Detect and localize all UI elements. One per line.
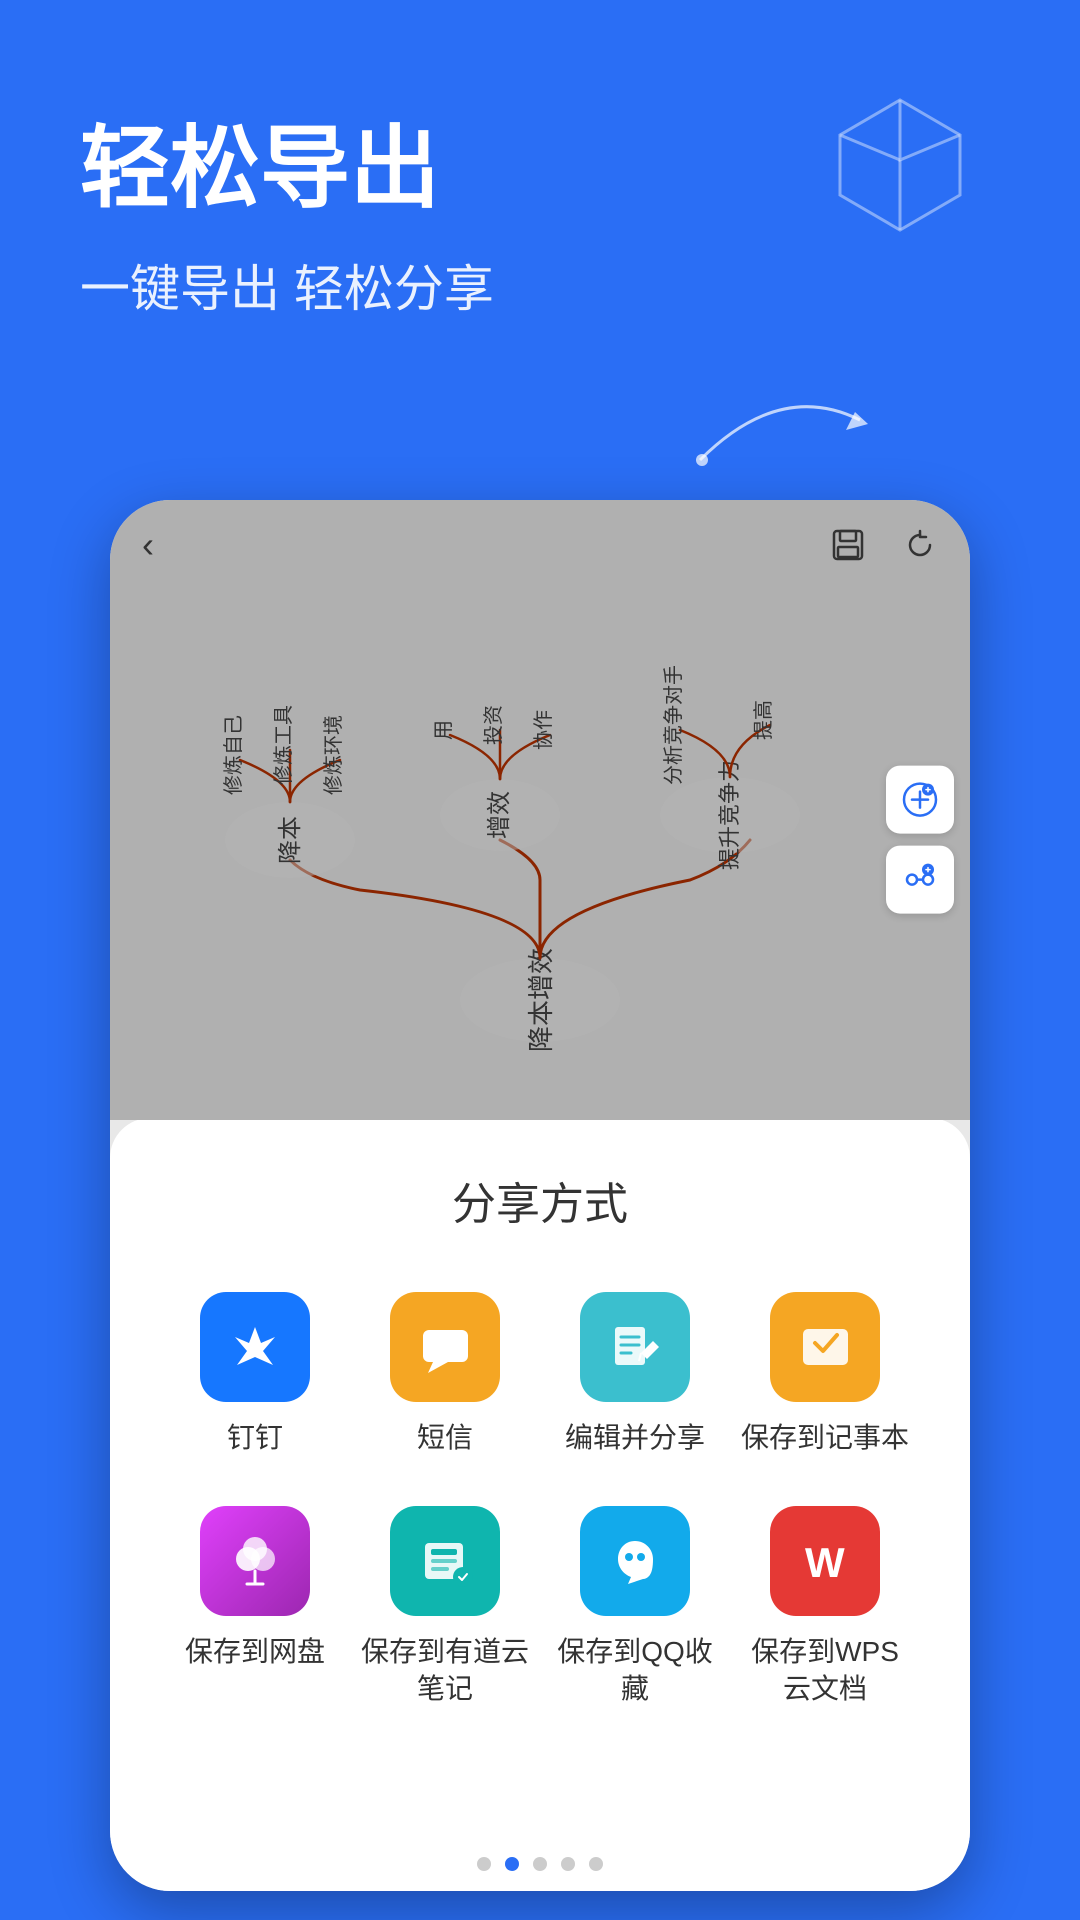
- share-item-wps[interactable]: W 保存到WPS云文档: [740, 1506, 910, 1707]
- svg-text:降本增效: 降本增效: [526, 948, 556, 1052]
- wps-label: 保存到WPS云文档: [740, 1634, 910, 1707]
- dot-5[interactable]: [589, 1857, 603, 1871]
- share-item-notes[interactable]: 保存到记事本: [740, 1292, 910, 1456]
- svg-text:修炼自己: 修炼自己: [222, 715, 245, 795]
- page-dots: [110, 1827, 970, 1891]
- sms-label: 短信: [417, 1420, 473, 1456]
- mindmap-diagram: 降本增效 降本 修炼自己 修炼工具 修炼环境 增效: [110, 570, 970, 1120]
- share-title: 分享方式: [170, 1168, 910, 1232]
- share-item-edit[interactable]: 编辑并分享: [550, 1292, 720, 1456]
- youdao-label: 保存到有道云笔记: [360, 1634, 530, 1707]
- add-node-button[interactable]: [886, 766, 954, 834]
- svg-text:修炼环境: 修炼环境: [322, 715, 345, 795]
- cube-icon: [820, 80, 980, 240]
- refresh-button[interactable]: [894, 519, 946, 571]
- curve-arrow-icon: [680, 360, 880, 480]
- qq-icon: [580, 1506, 690, 1616]
- phone-container: ‹: [0, 500, 1080, 1891]
- wps-icon: W: [770, 1506, 880, 1616]
- netdisk-label: 保存到网盘: [185, 1634, 325, 1670]
- qq-label: 保存到QQ收藏: [550, 1634, 720, 1707]
- back-button[interactable]: ‹: [134, 516, 162, 574]
- share-item-youdao[interactable]: 保存到有道云笔记: [360, 1506, 530, 1707]
- edit-share-label: 编辑并分享: [565, 1420, 705, 1456]
- top-header: 轻松导出 一键导出 轻松分享: [0, 0, 1080, 520]
- share-grid: 钉钉 短信: [170, 1292, 910, 1707]
- share-item-dingding[interactable]: 钉钉: [170, 1292, 340, 1456]
- svg-text:协作: 协作: [532, 710, 555, 750]
- notes-label: 保存到记事本: [741, 1420, 909, 1456]
- side-buttons: [886, 766, 954, 914]
- svg-text:分析竞争对手: 分析竞争对手: [662, 665, 685, 785]
- share-bottom-sheet: 分享方式 钉钉: [110, 1118, 970, 1827]
- sms-icon: [390, 1292, 500, 1402]
- phone-mockup: ‹: [110, 500, 970, 1891]
- svg-text:投资: 投资: [482, 705, 505, 745]
- svg-text:增效: 增效: [486, 791, 513, 839]
- link-node-button[interactable]: [886, 846, 954, 914]
- notes-icon: [770, 1292, 880, 1402]
- svg-text:W: W: [805, 1539, 845, 1586]
- dot-2-active[interactable]: [505, 1857, 519, 1871]
- toolbar-right: [822, 519, 946, 571]
- share-item-netdisk[interactable]: 保存到网盘: [170, 1506, 340, 1707]
- share-item-qq[interactable]: 保存到QQ收藏: [550, 1506, 720, 1707]
- svg-text:用: 用: [433, 720, 455, 740]
- netdisk-icon: [200, 1506, 310, 1616]
- dot-1[interactable]: [477, 1857, 491, 1871]
- edit-share-icon: [580, 1292, 690, 1402]
- sub-title: 一键导出 轻松分享: [80, 249, 1000, 321]
- dingding-label: 钉钉: [227, 1420, 283, 1456]
- dingding-icon: [200, 1292, 310, 1402]
- youdao-icon: [390, 1506, 500, 1616]
- share-item-sms[interactable]: 短信: [360, 1292, 530, 1456]
- save-button[interactable]: [822, 519, 874, 571]
- svg-text:修炼工具: 修炼工具: [272, 705, 295, 785]
- svg-text:降本: 降本: [277, 816, 304, 864]
- dot-4[interactable]: [561, 1857, 575, 1871]
- mindmap-area: ‹: [110, 500, 970, 1120]
- svg-text:提高: 提高: [752, 700, 775, 740]
- mindmap-toolbar: ‹: [110, 500, 970, 590]
- dot-3[interactable]: [533, 1857, 547, 1871]
